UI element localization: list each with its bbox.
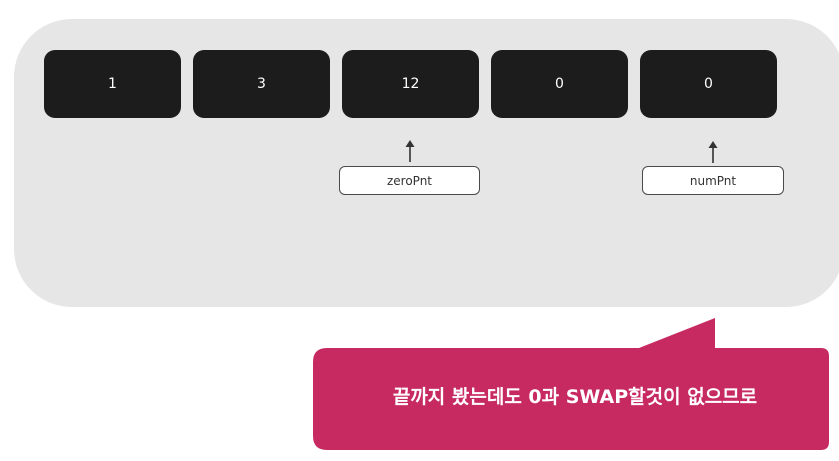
array-cell: 0 [640,50,777,118]
array-cell: 1 [44,50,181,118]
zero-pointer-text: zeroPnt [386,173,433,188]
array-cell: 12 [342,50,479,118]
zero-pointer-arrow-icon [405,140,415,162]
diagram-canvas: 1 3 12 0 0 zeroPnt numPnt 끝까지 봤는데도 0과 SW… [0,0,839,461]
num-pointer-arrow-icon [708,141,718,163]
array-cell-value: 1 [108,76,117,92]
array-cell: 0 [491,50,628,118]
num-pointer-label: numPnt [642,166,784,195]
array-cell: 3 [193,50,330,118]
array-cell-value: 3 [257,76,266,92]
array-cell-value: 0 [555,76,564,92]
array-cell-value: 0 [704,76,713,92]
callout-bubble: 끝까지 봤는데도 0과 SWAP할것이 없으므로 [313,318,837,451]
num-pointer-text: numPnt [689,173,737,188]
array-cell-value: 12 [401,76,420,92]
zero-pointer-label: zeroPnt [339,166,480,195]
callout-text: 끝까지 봤는데도 0과 SWAP할것이 없으므로 [392,386,758,408]
